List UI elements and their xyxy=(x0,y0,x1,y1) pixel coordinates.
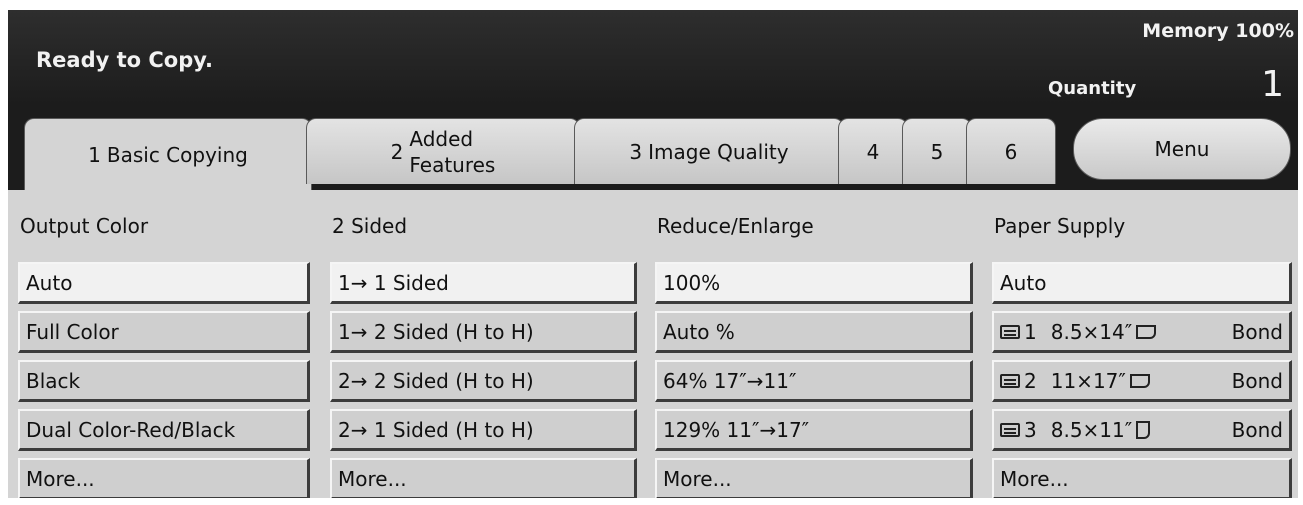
reduce-enlarge-129[interactable]: 129% 11″→17″ xyxy=(655,409,973,451)
tab-number: 1 xyxy=(88,142,101,167)
output-color-title: Output Color xyxy=(20,214,149,238)
two-sided-more[interactable]: More... xyxy=(330,458,637,498)
tab-label: Added Features xyxy=(409,126,495,178)
tab-number: 2 xyxy=(390,139,404,164)
tray-icon xyxy=(1000,373,1020,388)
two-sided-2-to-2[interactable]: 2→ 2 Sided (H to H) xyxy=(330,360,637,402)
status-header: Ready to Copy. Memory 100% Quantity 1 xyxy=(8,10,1298,105)
paper-supply-title: Paper Supply xyxy=(994,214,1126,238)
two-sided-1-to-2[interactable]: 1→ 2 Sided (H to H) xyxy=(330,311,637,353)
tab-number: 6 xyxy=(1004,139,1018,164)
tab-label: Basic Copying xyxy=(106,142,248,167)
reduce-enlarge-more[interactable]: More... xyxy=(655,458,973,498)
reduce-enlarge-100[interactable]: 100% xyxy=(655,262,973,304)
paper-supply-more[interactable]: More... xyxy=(992,458,1292,498)
page-portrait-icon xyxy=(1136,420,1151,439)
tab-image-quality[interactable]: 3 Image Quality xyxy=(574,118,844,184)
reduce-enlarge-title: Reduce/Enlarge xyxy=(657,214,814,238)
tray-paper-size: 8.5×14″ xyxy=(1050,319,1133,344)
page-landscape-icon xyxy=(1129,373,1150,388)
menu-button[interactable]: Menu xyxy=(1073,118,1291,180)
two-sided-title: 2 Sided xyxy=(332,214,408,238)
two-sided-column: 2 Sided 1→ 1 Sided 1→ 2 Sided (H to H) 2… xyxy=(330,190,637,498)
reduce-enlarge-column: Reduce/Enlarge 100% Auto % 64% 17″→11″ 1… xyxy=(655,190,973,498)
paper-tray-3[interactable]: 3 8.5×11″ Bond xyxy=(992,409,1292,451)
page-landscape-icon xyxy=(1136,324,1157,339)
tab-number: 3 xyxy=(629,139,643,164)
tab-bar: 1 Basic Copying 2 Added Features 3 Image… xyxy=(8,105,1298,190)
two-sided-2-to-1[interactable]: 2→ 1 Sided (H to H) xyxy=(330,409,637,451)
tab-basic-copying[interactable]: 1 Basic Copying xyxy=(24,118,312,190)
basic-copying-panel: Output Color Auto Full Color Black Dual … xyxy=(8,190,1298,498)
tab-label-line1: Added xyxy=(409,126,474,151)
output-color-black[interactable]: Black xyxy=(18,360,310,402)
tray-info: 1 8.5×14″ xyxy=(1000,319,1157,344)
paper-supply-auto[interactable]: Auto xyxy=(992,262,1292,304)
two-sided-1-to-1[interactable]: 1→ 1 Sided xyxy=(330,262,637,304)
status-message: Ready to Copy. xyxy=(36,48,214,72)
tray-paper-size: 8.5×11″ xyxy=(1050,417,1133,442)
tab-number: 5 xyxy=(930,139,944,164)
quantity-label: Quantity xyxy=(1048,78,1137,99)
tab-added-features[interactable]: 2 Added Features xyxy=(306,118,580,184)
tab-6[interactable]: 6 xyxy=(966,118,1056,184)
copier-screen: Ready to Copy. Memory 100% Quantity 1 1 … xyxy=(8,10,1298,498)
paper-tray-2[interactable]: 2 11×17″ Bond xyxy=(992,360,1292,402)
tray-paper-type: Bond xyxy=(1231,417,1283,442)
output-color-full-color[interactable]: Full Color xyxy=(18,311,310,353)
tray-paper-type: Bond xyxy=(1231,368,1283,393)
tray-info: 2 11×17″ xyxy=(1000,369,1150,393)
tray-paper-size: 11×17″ xyxy=(1050,368,1126,393)
tab-4[interactable]: 4 xyxy=(838,118,908,184)
tab-label-line2: Features xyxy=(409,152,496,177)
output-color-dual-red-black[interactable]: Dual Color-Red/Black xyxy=(18,409,310,451)
reduce-enlarge-64[interactable]: 64% 17″→11″ xyxy=(655,360,973,402)
tray-number: 3 xyxy=(1024,417,1037,442)
tray-icon xyxy=(1000,324,1020,339)
tab-label: Image Quality xyxy=(648,139,789,164)
tab-5[interactable]: 5 xyxy=(902,118,972,184)
tray-number: 2 xyxy=(1024,368,1037,393)
tray-paper-type: Bond xyxy=(1231,319,1283,344)
reduce-enlarge-auto[interactable]: Auto % xyxy=(655,311,973,353)
paper-tray-1[interactable]: 1 8.5×14″ Bond xyxy=(992,311,1292,353)
paper-supply-column: Paper Supply Auto 1 8.5×14″ Bond 2 11×17… xyxy=(992,190,1292,498)
tray-icon xyxy=(1000,422,1020,437)
quantity-value[interactable]: 1 xyxy=(1261,64,1284,105)
memory-indicator: Memory 100% xyxy=(1142,20,1294,42)
tray-number: 1 xyxy=(1024,319,1037,344)
tab-number: 4 xyxy=(866,139,880,164)
output-color-more[interactable]: More... xyxy=(18,458,310,498)
output-color-auto[interactable]: Auto xyxy=(18,262,310,304)
output-color-column: Output Color Auto Full Color Black Dual … xyxy=(18,190,310,498)
tray-info: 3 8.5×11″ xyxy=(1000,417,1151,442)
